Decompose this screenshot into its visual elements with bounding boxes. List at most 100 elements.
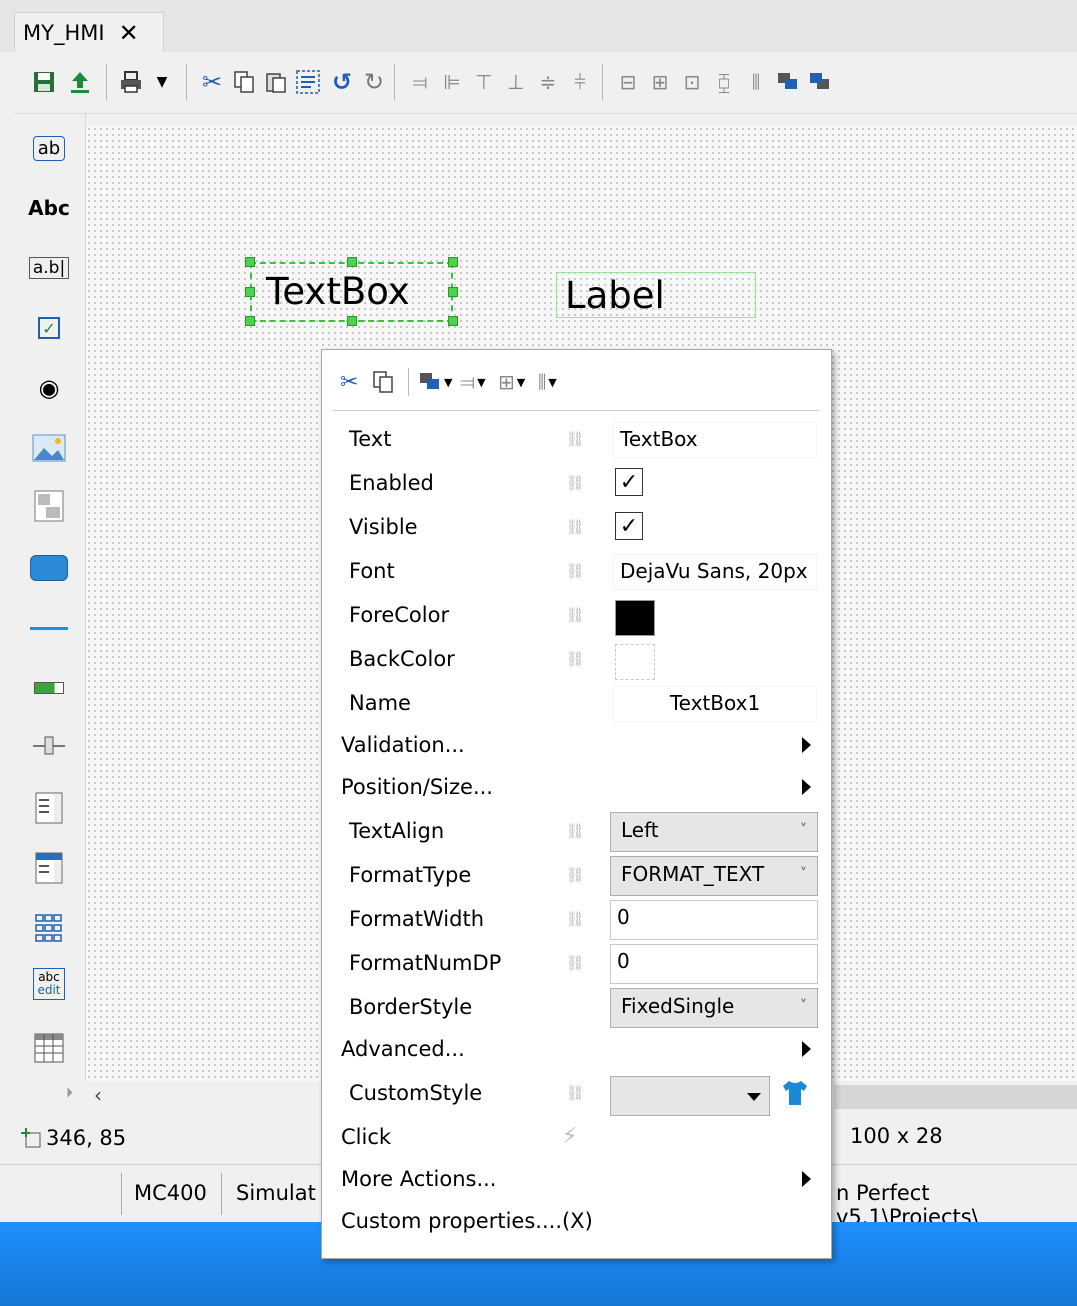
close-icon[interactable]: ✕ [119, 19, 139, 47]
resize-handle[interactable] [245, 287, 255, 297]
cut-icon[interactable]: ✂ [340, 364, 358, 400]
link-icon[interactable]: ⛓ [560, 474, 590, 492]
toolbox-expand-icon[interactable]: ⏵ [66, 1085, 73, 1101]
scrollbar-thumb[interactable] [834, 1085, 1077, 1109]
send-back-icon[interactable] [806, 68, 834, 96]
status-mode: Simulat [236, 1181, 316, 1205]
edit-tool-icon[interactable]: a.b| [28, 250, 70, 286]
resize-handle[interactable] [448, 287, 458, 297]
submenu-arrow-icon [802, 737, 811, 753]
property-label: TextAlign [349, 819, 445, 843]
abc-edit-tool-icon[interactable]: abc edit [28, 966, 70, 1002]
size-icon[interactable]: ⊞ [646, 68, 674, 96]
status-controller: MC400 [134, 1181, 207, 1205]
button-tool-icon[interactable] [28, 550, 70, 586]
resize-handle[interactable] [448, 257, 458, 267]
menu-more-actions[interactable]: More Actions... [322, 1160, 833, 1202]
canvas-label[interactable]: Label [565, 274, 665, 317]
link-icon[interactable]: ⛓ [560, 606, 590, 624]
canvas-textbox[interactable]: TextBox [266, 270, 410, 313]
align-bottom-icon[interactable]: ⊥ [502, 68, 530, 96]
style-shirt-icon[interactable] [780, 1078, 810, 1115]
resize-handle[interactable] [245, 316, 255, 326]
grid-tool-icon[interactable] [28, 1030, 70, 1066]
link-icon[interactable]: ⛓ [560, 1084, 590, 1102]
menu-validation[interactable]: Validation... [322, 726, 833, 768]
progress-tool-icon[interactable] [28, 670, 70, 706]
group-icon[interactable]: ⊡ [678, 68, 706, 96]
resize-handle[interactable] [448, 316, 458, 326]
formatnumdp-input[interactable]: 0 [610, 944, 818, 984]
scroll-left-icon[interactable]: ‹ [94, 1083, 102, 1107]
copy-icon[interactable] [372, 364, 394, 400]
text-value[interactable]: TextBox [613, 422, 817, 458]
listbox-tool-icon[interactable] [28, 790, 70, 826]
bring-front-icon[interactable] [774, 68, 802, 96]
link-icon[interactable]: ⛓ [560, 430, 590, 448]
link-icon[interactable]: ⛓ [560, 910, 590, 928]
textalign-select[interactable]: Left ˅ [610, 812, 818, 852]
tab-strip: MY_HMI ✕ [0, 0, 1077, 52]
link-icon[interactable]: ⛓ [560, 866, 590, 884]
image-tool-icon[interactable] [28, 430, 70, 466]
space-icon[interactable]: ⫼ ▼ [538, 364, 557, 400]
link-icon[interactable]: ⛓ [560, 650, 590, 668]
upload-icon[interactable] [66, 68, 94, 96]
slider-tool-icon[interactable] [28, 728, 70, 764]
align-middle-icon[interactable]: ≑ [534, 68, 562, 96]
event-click[interactable]: Click ⚡ [322, 1118, 833, 1160]
line-tool-icon[interactable] [28, 610, 70, 646]
align-left-icon[interactable]: ⊫ [438, 68, 466, 96]
resize-handle[interactable] [347, 257, 357, 267]
cut-icon[interactable]: ✂ [198, 68, 226, 96]
property-row-textalign: TextAlign ⛓ Left ˅ [322, 812, 833, 854]
paste-icon[interactable] [262, 68, 290, 96]
link-icon[interactable]: ⛓ [560, 954, 590, 972]
combobox-tool-icon[interactable] [28, 850, 70, 886]
center-icon[interactable]: ⧮ [710, 68, 738, 96]
print-dropdown-icon[interactable]: ▼ [148, 68, 176, 96]
checkbox-tool-icon[interactable]: ✓ [28, 310, 70, 346]
link-icon[interactable]: ⛓ [560, 822, 590, 840]
property-row-backcolor: BackColor ⛓ [322, 640, 833, 682]
formatwidth-input[interactable]: 0 [610, 900, 818, 940]
print-icon[interactable] [118, 68, 146, 96]
panel-tool-icon[interactable] [28, 488, 70, 524]
font-value[interactable]: DejaVu Sans, 20px [613, 554, 817, 590]
undo-icon[interactable]: ↺ [328, 68, 356, 96]
menu-custom-properties[interactable]: Custom properties....(X) [322, 1202, 833, 1244]
copy-icon[interactable] [230, 68, 258, 96]
save-icon[interactable] [30, 68, 58, 96]
formattype-select[interactable]: FORMAT_TEXT ˅ [610, 856, 818, 896]
textbox-tool-icon[interactable]: ab [28, 130, 70, 166]
visible-checkbox[interactable]: ✓ [615, 512, 643, 540]
label-tool-icon[interactable]: Abc [28, 190, 70, 226]
property-row-text: Text ⛓ TextBox [322, 420, 833, 462]
chevron-down-icon: ˅ [800, 822, 807, 838]
arrange-icon[interactable]: ▼ [418, 364, 452, 400]
link-icon[interactable]: ⛓ [560, 562, 590, 580]
link-icon[interactable]: ⛓ [560, 518, 590, 536]
name-value[interactable]: TextBox1 [613, 686, 817, 722]
align-right-icon[interactable]: ⫤ [406, 68, 434, 96]
tab-my-hmi[interactable]: MY_HMI ✕ [14, 12, 164, 52]
keypad-tool-icon[interactable] [28, 910, 70, 946]
resize-handle[interactable] [347, 316, 357, 326]
align-top-icon[interactable]: ⊤ [470, 68, 498, 96]
grid-icon[interactable]: ⊟ [614, 68, 642, 96]
forecolor-swatch[interactable] [615, 600, 655, 636]
enabled-checkbox[interactable]: ✓ [615, 468, 643, 496]
backcolor-swatch[interactable] [615, 644, 655, 680]
radio-tool-icon[interactable]: ◉ [28, 370, 70, 406]
align-center-icon[interactable]: ⫩ [566, 68, 594, 96]
customstyle-select[interactable] [610, 1076, 770, 1116]
align-icon[interactable]: ⫤ ▼ [460, 364, 486, 400]
borderstyle-select[interactable]: FixedSingle ˅ [610, 988, 818, 1028]
menu-advanced[interactable]: Advanced... [322, 1030, 833, 1072]
space-icon[interactable]: ⫼ [742, 68, 770, 96]
redo-icon[interactable]: ↻ [360, 68, 388, 96]
select-all-icon[interactable] [294, 68, 322, 96]
menu-position-size[interactable]: Position/Size... [322, 768, 833, 810]
resize-handle[interactable] [245, 257, 255, 267]
size-icon[interactable]: ⊞ ▼ [498, 364, 525, 400]
